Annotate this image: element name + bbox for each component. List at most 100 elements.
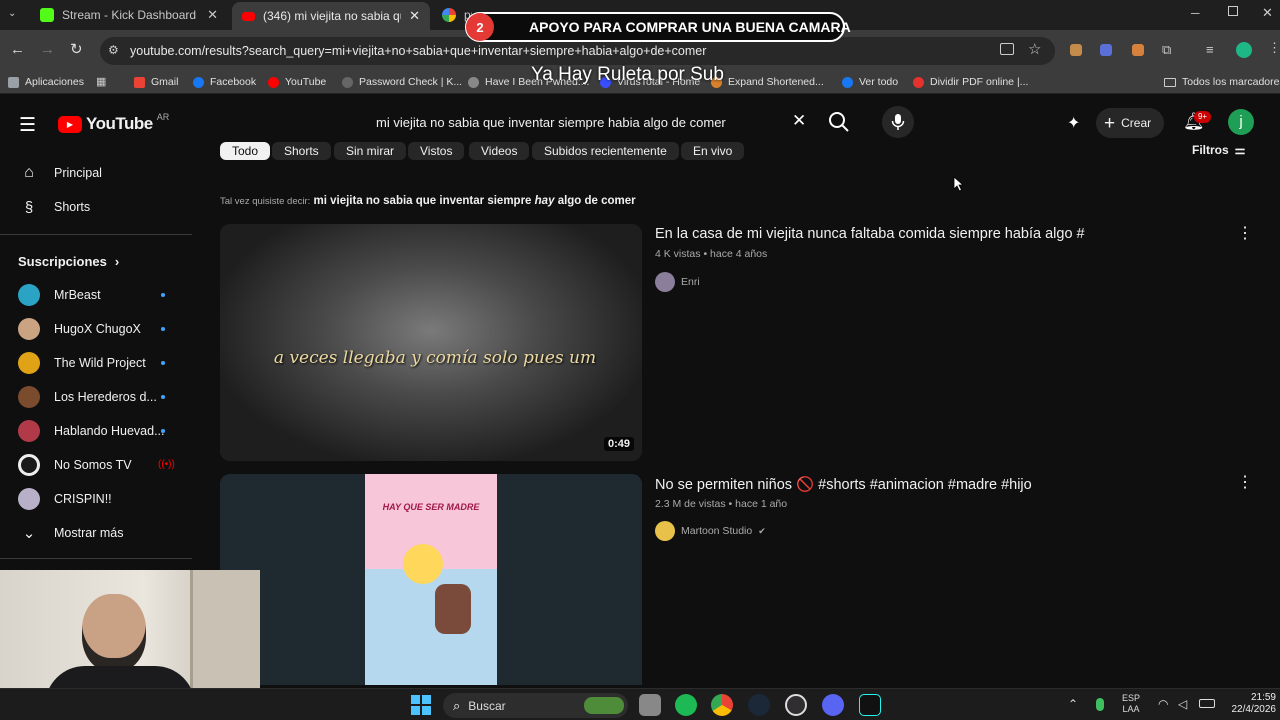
home-icon: ⌂	[24, 164, 34, 181]
bookmark-gmail[interactable]: Gmail	[134, 70, 178, 94]
file-explorer-icon[interactable]	[639, 694, 661, 716]
sidebar-sub-hablando-huevadas[interactable]: Hablando Huevad...	[0, 414, 190, 448]
extensions-puzzle-icon[interactable]: ⧉	[1162, 42, 1171, 58]
wifi-icon[interactable]: ◠	[1158, 697, 1168, 711]
chip-subidos-recientemente[interactable]: Subidos recientemente	[532, 142, 679, 160]
subscriptions-heading[interactable]: Suscripciones ›	[0, 244, 190, 278]
filters-label: Filtros	[1192, 143, 1229, 157]
search-button[interactable]	[828, 108, 854, 136]
discord-icon[interactable]	[822, 694, 844, 716]
ai-sparkle-icon[interactable]: ✦	[1067, 113, 1080, 133]
sidebar-divider	[0, 234, 192, 235]
create-button[interactable]: + Crear	[1096, 108, 1164, 138]
sidebar-sub-wild-project[interactable]: The Wild Project	[0, 346, 190, 380]
bookmark-password-check[interactable]: Password Check | K...	[342, 70, 462, 94]
forward-icon[interactable]: →	[40, 41, 55, 58]
hamburger-menu-icon[interactable]: ☰	[19, 114, 36, 137]
suggestion-link[interactable]: mi viejita no sabia que inventar siempre…	[314, 195, 636, 207]
profile-avatar-icon[interactable]	[1236, 42, 1252, 58]
chip-shorts[interactable]: Shorts	[272, 142, 331, 160]
video-title[interactable]: En la casa de mi viejita nunca faltaba c…	[655, 226, 1085, 242]
extension-icon[interactable]	[1132, 44, 1144, 56]
sidebar-sub-hugox[interactable]: HugoX ChugoX	[0, 312, 190, 346]
sidebar-show-more[interactable]: ⌄ Mostrar más	[0, 516, 190, 550]
filters-button[interactable]: Filtros ⚌	[1192, 143, 1245, 157]
sidebar-sub-crispin[interactable]: CRISPIN!!	[0, 482, 190, 516]
bookmark-youtube[interactable]: YouTube	[268, 70, 326, 94]
tab-close-icon[interactable]: ✕	[207, 7, 218, 23]
sidebar-item-shorts[interactable]: § Shorts	[0, 190, 190, 224]
url-text[interactable]: youtube.com/results?search_query=mi+viej…	[130, 44, 706, 58]
language-indicator[interactable]: ESP LAA	[1122, 693, 1140, 715]
tab-youtube-search[interactable]: (346) mi viejita no sabia que inv ✕	[232, 2, 430, 30]
sidebar-sub-no-somos-tv[interactable]: No Somos TV ((•))	[0, 448, 190, 482]
obs-icon[interactable]	[785, 694, 807, 716]
clock[interactable]: 21:59 22/4/2026	[1224, 692, 1277, 716]
youtube-logo[interactable]: ▶ YouTube AR	[58, 112, 169, 134]
chip-videos[interactable]: Videos	[469, 142, 530, 160]
window-minimize-icon[interactable]: ─	[1191, 6, 1200, 20]
tiktok-icon[interactable]	[859, 694, 881, 716]
short-frame: HAY QUE SER MADRE	[365, 474, 497, 685]
system-tray-chevron-icon[interactable]: ⌃	[1068, 697, 1078, 711]
bookmark-dividir-pdf[interactable]: Dividir PDF online |...	[913, 70, 1028, 94]
channel-link[interactable]: Martoon Studio ✔	[655, 521, 766, 541]
folder-icon	[1164, 77, 1176, 87]
chip-vistos[interactable]: Vistos	[408, 142, 465, 160]
reading-list-icon[interactable]: ≡	[1206, 42, 1214, 57]
bookmark-expand-shortened[interactable]: Expand Shortened...	[711, 70, 824, 94]
extension-icon[interactable]	[1100, 44, 1112, 56]
all-bookmarks[interactable]: Todos los marcadores	[1164, 70, 1280, 94]
chip-todo[interactable]: Todo	[220, 142, 271, 160]
search-input[interactable]: mi viejita no sabia que inventar siempre…	[376, 115, 726, 130]
chip-en-vivo[interactable]: En vivo	[681, 142, 745, 160]
sidebar-item-label: MrBeast	[54, 288, 101, 302]
browser-menu-icon[interactable]: ⋮	[1268, 40, 1280, 56]
tab-list-chevron-icon[interactable]: ⌄	[8, 8, 16, 19]
window-close-icon[interactable]: ✕	[1262, 5, 1273, 21]
microphone-tray-icon[interactable]	[1096, 698, 1104, 711]
more-actions-icon[interactable]: ⋮	[1237, 472, 1253, 492]
chevron-down-icon: ⌄	[22, 525, 36, 542]
taskbar-search[interactable]: ⌕ Buscar	[443, 693, 628, 718]
chip-sin-mirar[interactable]: Sin mirar	[334, 142, 407, 160]
install-app-icon[interactable]	[1000, 43, 1014, 55]
shorts-icon: §	[24, 198, 34, 216]
upload-age: hace 4 años	[710, 248, 768, 260]
spotify-icon[interactable]	[675, 694, 697, 716]
bookmark-star-icon[interactable]: ☆	[1028, 40, 1041, 58]
battery-icon[interactable]	[1199, 699, 1215, 708]
sidebar-sub-mrbeast[interactable]: MrBeast	[0, 278, 190, 312]
video-title[interactable]: No se permiten niños 🚫 #shorts #animacio…	[655, 476, 1032, 493]
suggestion-part: mi viejita no sabia que inventar siempre	[313, 195, 532, 207]
more-actions-icon[interactable]: ⋮	[1237, 223, 1253, 243]
site-info-icon[interactable]: ⚙	[108, 43, 119, 57]
volume-icon[interactable]: ◁	[1178, 697, 1187, 711]
reload-icon[interactable]: ↻	[70, 40, 83, 58]
voice-search-button[interactable]	[882, 106, 914, 138]
channel-link[interactable]: Enri	[655, 272, 700, 292]
bookmark-ver-todo[interactable]: Ver todo	[842, 70, 898, 94]
apps-grid-icon	[8, 76, 19, 88]
window-maximize-icon[interactable]	[1228, 6, 1238, 16]
back-icon[interactable]: ←	[10, 41, 25, 58]
steam-icon[interactable]	[748, 694, 770, 716]
account-avatar[interactable]: j	[1228, 109, 1254, 135]
extension-icon[interactable]	[1070, 44, 1082, 56]
sidebar-item-principal[interactable]: ⌂ Principal	[0, 156, 190, 190]
bookmark-facebook[interactable]: Facebook	[193, 70, 256, 94]
sidebar-sub-herederos[interactable]: Los Herederos d...	[0, 380, 190, 414]
tab-close-icon[interactable]: ✕	[409, 8, 420, 24]
clear-search-icon[interactable]: ✕	[792, 111, 806, 131]
bookmark-label: Expand Shortened...	[728, 76, 824, 88]
facebook-icon	[842, 76, 853, 88]
apps-launcher-icon[interactable]: ▦	[96, 75, 106, 88]
microphone-icon	[891, 114, 905, 130]
video-thumbnail[interactable]: HAY QUE SER MADRE	[220, 474, 642, 685]
tab-kick-dashboard[interactable]: Stream - Kick Dashboard ✕	[30, 0, 228, 30]
video-thumbnail[interactable]: a veces llegaba y comía solo pues um 0:4…	[220, 224, 642, 461]
chrome-icon[interactable]	[711, 694, 733, 716]
windows-start-icon[interactable]	[411, 695, 431, 715]
bookmark-label: Todos los marcadores	[1182, 76, 1280, 88]
bookmark-apps[interactable]: Aplicaciones	[8, 70, 84, 94]
